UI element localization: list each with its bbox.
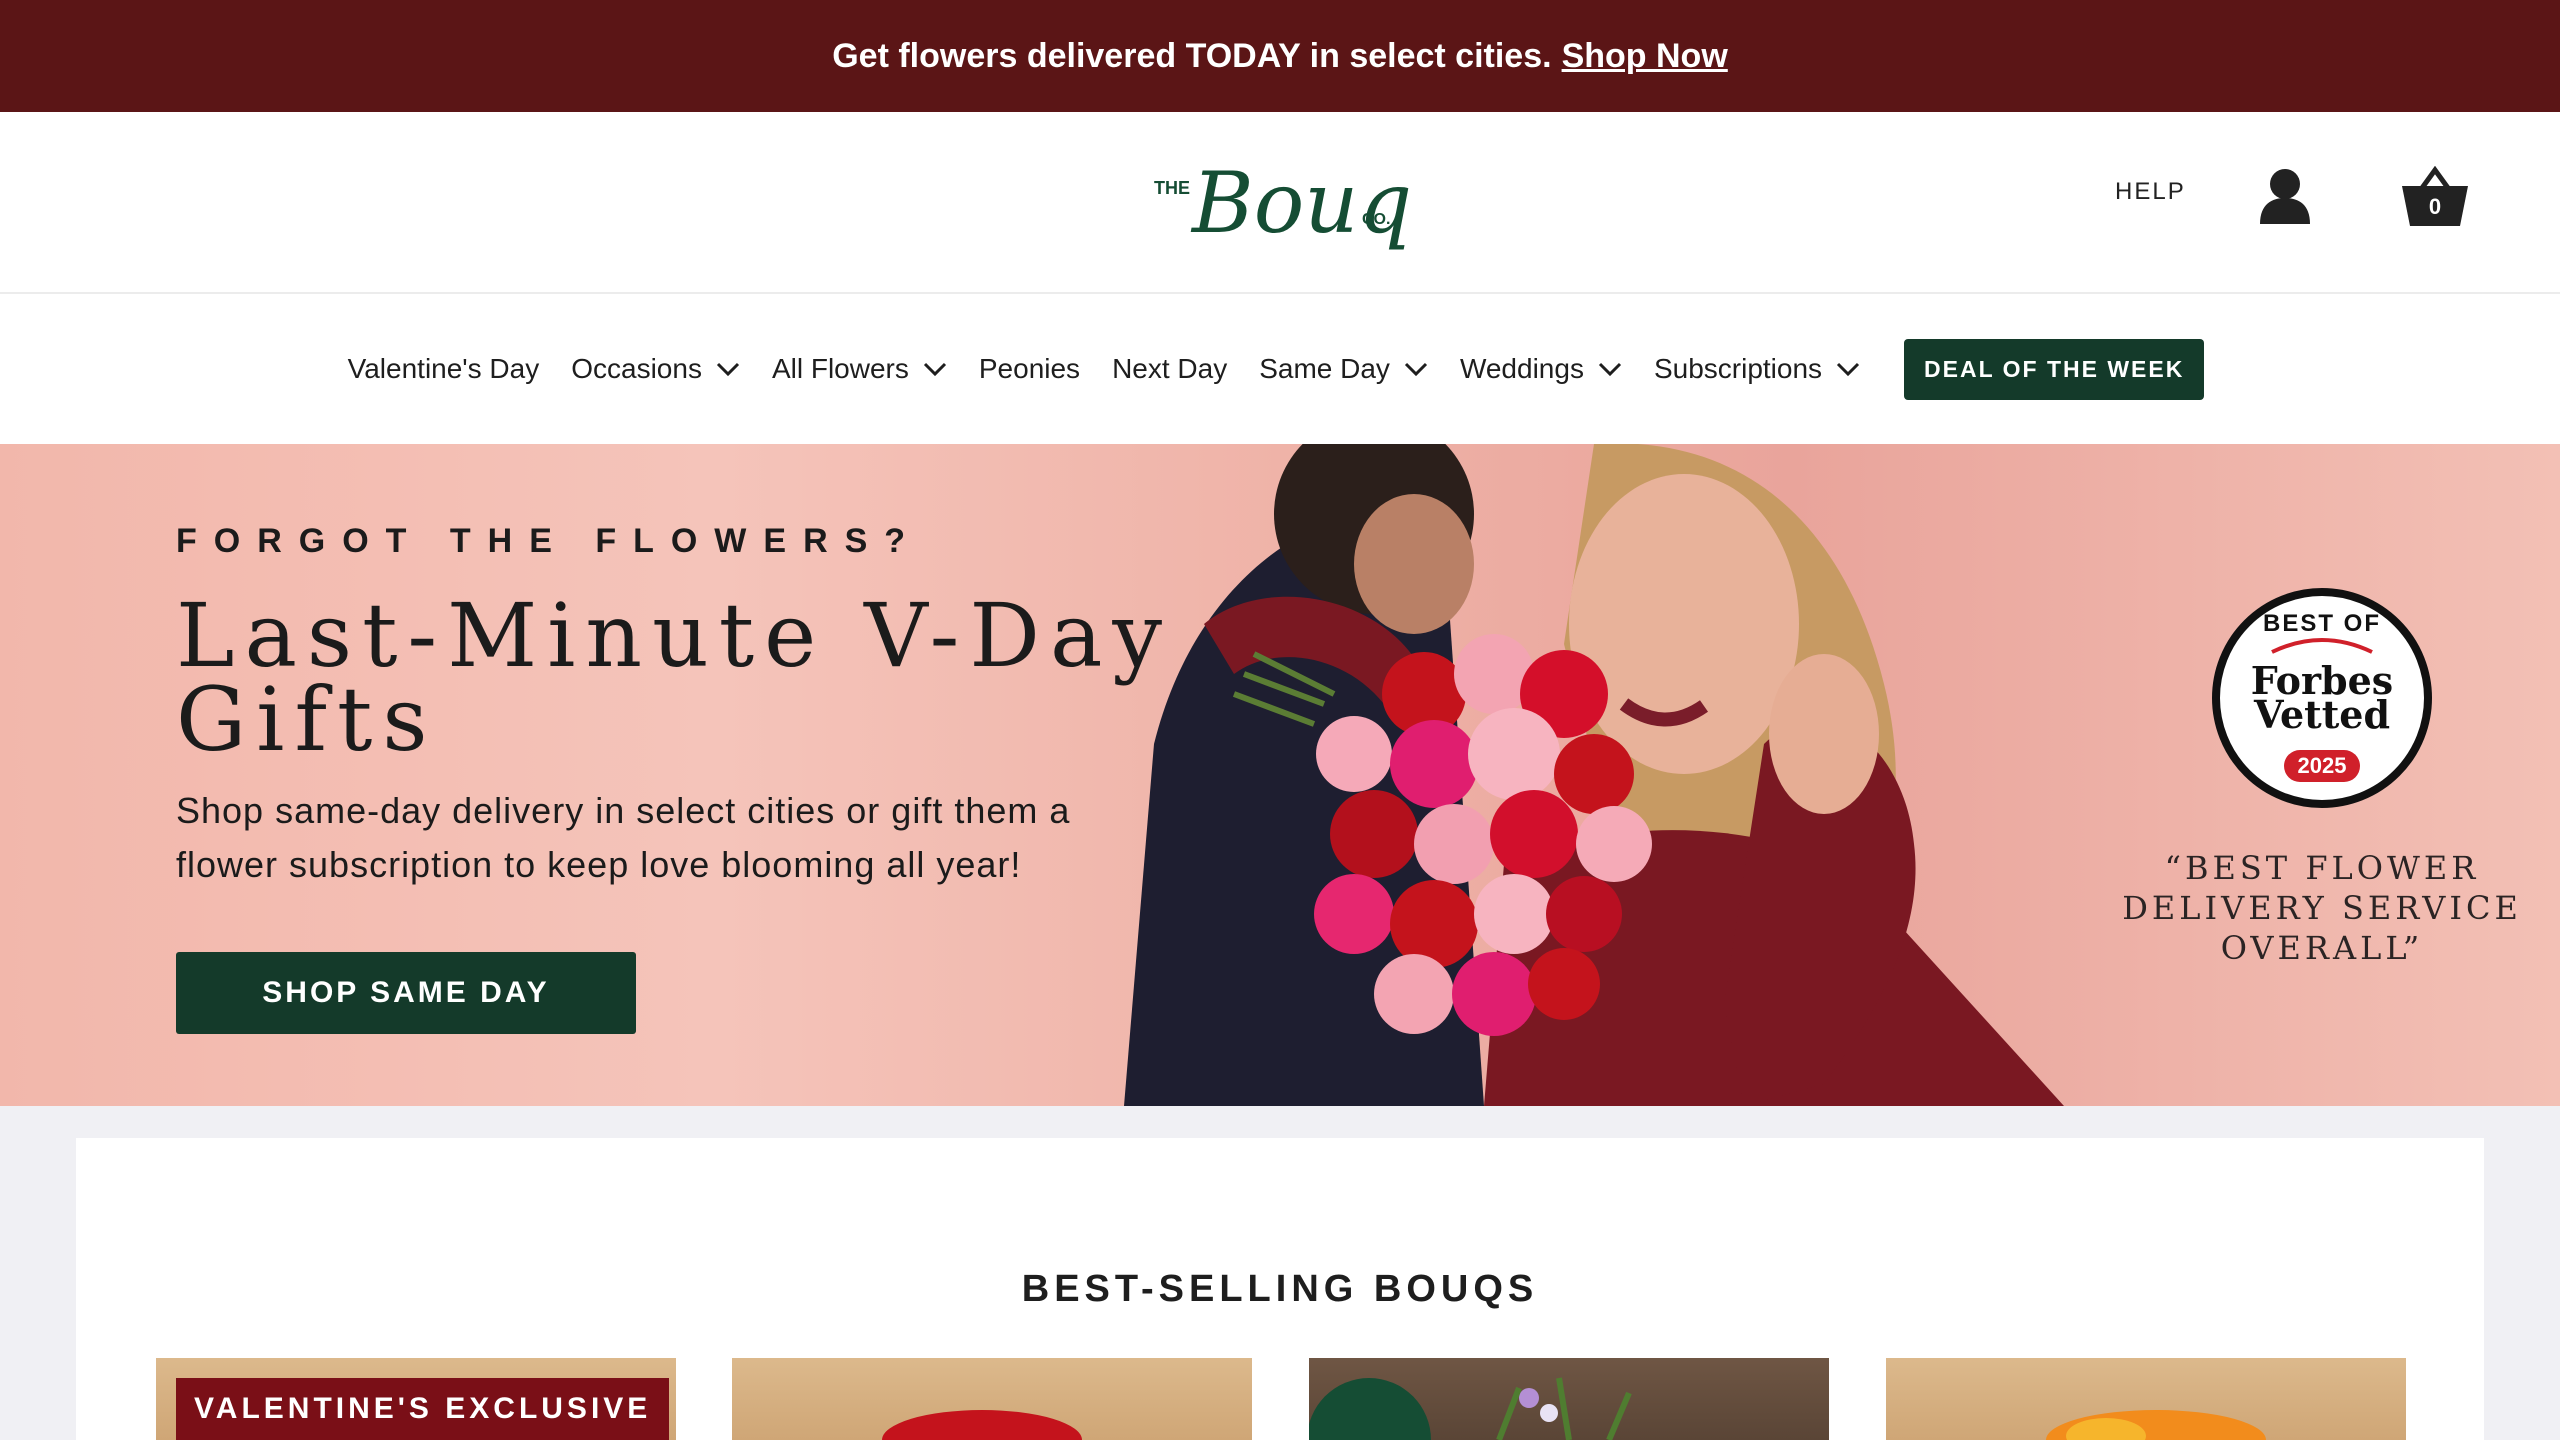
main-nav: Valentine's Day Occasions All Flowers Pe… (0, 294, 2560, 444)
nav-valentines-day[interactable]: Valentine's Day (348, 353, 540, 385)
badge-year: 2025 (2284, 750, 2360, 782)
help-link[interactable]: HELP (2115, 178, 2186, 206)
valentines-exclusive-badge: VALENTINE'S EXCLUSIVE (176, 1378, 670, 1440)
nav-same-day[interactable]: Same Day (1259, 353, 1428, 385)
deal-of-the-week-button[interactable]: DEAL OF THE WEEK (1904, 338, 2205, 400)
announcement-text: Get flowers delivered TODAY in select ci… (832, 36, 1552, 75)
badge-forbes-vetted: Forbes Vetted (2250, 658, 2394, 737)
logo-the: THE (1154, 178, 1190, 198)
chevron-down-icon (716, 362, 740, 377)
chevron-down-icon (923, 362, 946, 377)
red-roses-image (882, 1410, 1082, 1440)
hero-title: Last-Minute V-Day Gifts (176, 584, 1173, 771)
best-sellers-title: BEST-SELLING BOUQS (1021, 1268, 1539, 1310)
forbes-quote: “BEST FLOWER DELIVERY SERVICE OVERALL” (2122, 849, 2522, 967)
best-sellers-section: BEST-SELLING BOUQS VALENTINE'S EXCLUSIVE (76, 1138, 2484, 1440)
cart-button[interactable]: 0 (2400, 165, 2470, 228)
logo-name: Bouqs (1190, 154, 1410, 252)
logo-co: CO. (1362, 211, 1390, 228)
hero-text: Shop same-day delivery in select cities … (176, 790, 1071, 885)
hero-banner: FORGOT THE FLOWERS? Last-Minute V-Day Gi… (0, 444, 2560, 1106)
chevron-down-icon (1404, 362, 1427, 377)
nav-weddings[interactable]: Weddings (1460, 353, 1622, 385)
nav-occasions[interactable]: Occasions (571, 353, 740, 385)
forbes-vetted-badge: BEST OF Forbes Vetted 2025 (2210, 586, 2434, 810)
chevron-down-icon (1598, 362, 1622, 377)
badge-best-of: BEST OF (2262, 610, 2381, 637)
plant-image (1309, 1377, 1632, 1440)
product-card[interactable] (1309, 1358, 1829, 1440)
product-card[interactable] (732, 1358, 1252, 1440)
user-icon[interactable] (2258, 168, 2312, 224)
nav-subscriptions[interactable]: Subscriptions (1654, 353, 1860, 385)
product-card[interactable]: VALENTINE'S EXCLUSIVE (156, 1358, 676, 1440)
announcement-bar: Get flowers delivered TODAY in select ci… (0, 0, 2560, 112)
nav-peonies[interactable]: Peonies (979, 353, 1080, 385)
bouqs-logo[interactable]: THE Bouqs CO. (1150, 132, 1410, 272)
nav-all-flowers[interactable]: All Flowers (772, 353, 947, 385)
nav-next-day[interactable]: Next Day (1112, 353, 1227, 385)
orange-bouquet-image (2046, 1410, 2266, 1440)
shop-same-day-button[interactable]: SHOP SAME DAY (176, 952, 636, 1034)
chevron-down-icon (1836, 362, 1860, 377)
hero-eyebrow: FORGOT THE FLOWERS? (176, 522, 923, 560)
shop-now-link[interactable]: Shop Now (1562, 37, 1728, 76)
site-header: THE Bouqs CO. HELP 0 (0, 112, 2560, 294)
product-card[interactable] (1886, 1358, 2406, 1440)
couple-roses-photo (1124, 444, 2064, 1106)
cart-count: 0 (2428, 194, 2442, 219)
